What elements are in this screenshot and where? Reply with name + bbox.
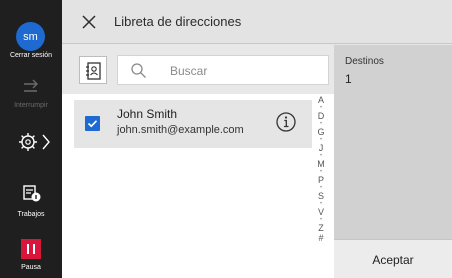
contact-row[interactable]: John Smith john.smith@example.com [74,100,312,148]
alphabet-index[interactable]: A • D • G • J • M • P • S • V • Z # [314,95,328,243]
info-icon[interactable] [275,111,297,133]
contact-checkbox[interactable] [85,116,100,131]
contact-list-panel: Buscar John Smith john.smith@example.com… [62,45,334,278]
settings-button[interactable] [18,130,54,154]
interrupt-icon [24,79,38,92]
page-title: Libreta de direcciones [114,14,242,29]
accept-button[interactable]: Aceptar [334,239,452,278]
index-letter[interactable]: D [314,111,328,121]
list-toolbar: Buscar [62,45,334,94]
destinations-panel: Destinos 1 [334,45,452,239]
interrupt-label: Interrumpir [14,102,48,109]
checkmark-icon [87,120,98,128]
contact-name: John Smith [117,107,178,121]
search-placeholder: Buscar [170,64,208,78]
pause-label[interactable]: Pausa [0,264,62,271]
index-letter[interactable]: A [314,95,328,105]
pause-icon [27,244,35,254]
jobs-label[interactable]: Trabajos [0,211,62,218]
index-letter[interactable]: M [314,159,328,169]
header-bar: Libreta de direcciones [62,0,452,44]
index-letter[interactable]: # [314,233,328,243]
jobs-icon[interactable] [22,184,42,202]
index-letter[interactable]: P [314,175,328,185]
logout-label[interactable]: Cerrar sesión [0,52,62,59]
index-letter[interactable]: V [314,207,328,217]
index-letter[interactable]: S [314,191,328,201]
address-book-button[interactable] [79,56,107,84]
search-input[interactable]: Buscar [117,55,329,85]
close-icon[interactable] [80,13,98,31]
accept-label: Aceptar [372,253,414,267]
contact-email: john.smith@example.com [117,124,244,136]
index-letter[interactable]: J [314,143,328,153]
search-icon [131,63,146,78]
index-letter[interactable]: Z [314,223,328,233]
left-rail: sm Cerrar sesión Interrumpir Trabajos Pa… [0,0,62,278]
chevron-right-icon [42,134,50,150]
address-book-icon [86,62,101,80]
destinations-count: 1 [345,72,352,86]
index-letter[interactable]: G [314,127,328,137]
destinations-label: Destinos [345,56,384,67]
gear-icon [19,133,37,151]
user-avatar[interactable]: sm [16,22,45,51]
pause-button[interactable] [21,239,41,259]
